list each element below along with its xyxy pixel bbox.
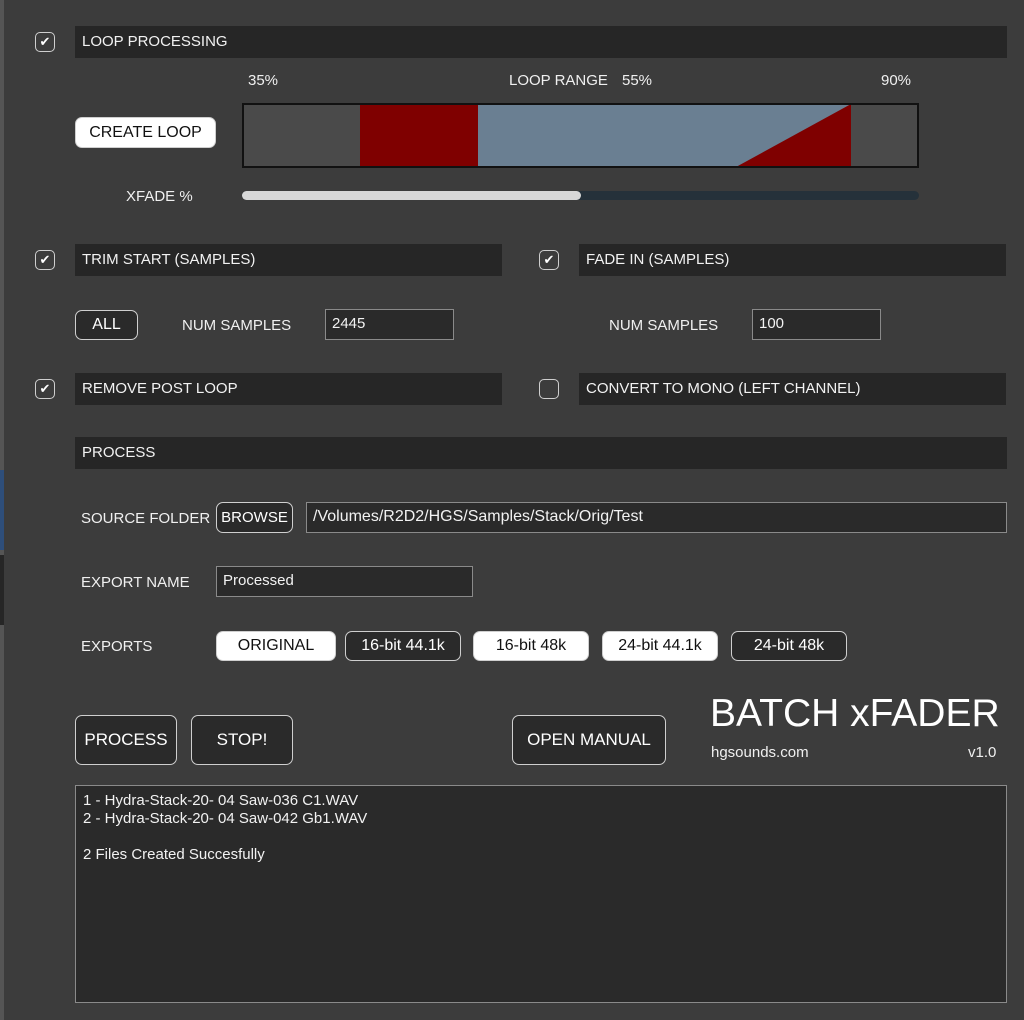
trim-start-header: TRIM START (SAMPLES) [75,244,502,276]
stop-button[interactable]: STOP! [191,715,293,765]
export-16bit-48-button[interactable]: 16-bit 48k [473,631,589,661]
browse-button[interactable]: BROWSE [216,502,293,533]
range-loop-start-region [360,104,478,167]
xfade-label: XFADE % [126,188,193,205]
exports-label: EXPORTS [81,638,153,655]
log-line: 2 Files Created Succesfully [83,846,265,863]
app-version: v1.0 [968,744,997,761]
convert-mono-checkbox[interactable] [539,379,559,399]
export-16bit-441-button[interactable]: 16-bit 44.1k [345,631,461,661]
loop-range-display[interactable] [242,103,919,168]
source-folder-label: SOURCE FOLDER [81,510,211,527]
export-24bit-48-button[interactable]: 24-bit 48k [731,631,847,661]
output-log[interactable]: 1 - Hydra-Stack-20- 04 Saw-036 C1.WAV 2 … [75,785,1007,1003]
xfade-slider[interactable] [242,191,919,200]
fade-num-samples-input[interactable]: 100 [752,309,881,340]
fade-in-checkbox[interactable]: ✔ [539,250,559,270]
export-name-label: EXPORT NAME [81,574,190,591]
trim-num-samples-label: NUM SAMPLES [182,317,292,334]
source-folder-input[interactable]: /Volumes/R2D2/HGS/Samples/Stack/Orig/Tes… [306,502,1007,533]
process-header: PROCESS [75,437,1007,469]
convert-mono-header: CONVERT TO MONO (LEFT CHANNEL) [579,373,1006,405]
checkmark-icon: ✔ [39,381,51,396]
all-button[interactable]: ALL [75,310,138,340]
log-line: 1 - Hydra-Stack-20- 04 Saw-036 C1.WAV [83,792,359,809]
trim-num-samples-input[interactable]: 2445 [325,309,454,340]
loop-range-start-label: 35% [248,72,279,89]
brand-site: hgsounds.com [711,744,809,761]
process-button[interactable]: PROCESS [75,715,177,765]
loop-processing-checkbox[interactable]: ✔ [35,32,55,52]
open-manual-button[interactable]: OPEN MANUAL [512,715,666,765]
export-24bit-441-button[interactable]: 24-bit 44.1k [602,631,718,661]
remove-post-loop-checkbox[interactable]: ✔ [35,379,55,399]
trim-start-checkbox[interactable]: ✔ [35,250,55,270]
checkmark-icon: ✔ [543,252,555,267]
loop-processing-header: LOOP PROCESSING [75,26,1007,58]
window-edge [0,0,4,1020]
fade-in-header: FADE IN (SAMPLES) [579,244,1006,276]
create-loop-button[interactable]: CREATE LOOP [75,117,216,148]
loop-range-mid-label: 55% [622,72,653,89]
export-original-button[interactable]: ORIGINAL [216,631,336,661]
checkmark-icon: ✔ [39,252,51,267]
xfade-slider-fill [242,191,581,200]
log-line: 2 - Hydra-Stack-20- 04 Saw-042 Gb1.WAV [83,810,368,827]
export-name-input[interactable]: Processed [216,566,473,597]
range-outside-left [243,104,360,167]
range-outside-right [851,104,918,167]
loop-range-label: LOOP RANGE [509,72,608,89]
app-title: BATCH xFADER [710,692,1000,735]
loop-range-end-label: 90% [881,72,912,89]
remove-post-loop-header: REMOVE POST LOOP [75,373,502,405]
fade-num-samples-label: NUM SAMPLES [609,317,719,334]
checkmark-icon: ✔ [39,34,51,49]
